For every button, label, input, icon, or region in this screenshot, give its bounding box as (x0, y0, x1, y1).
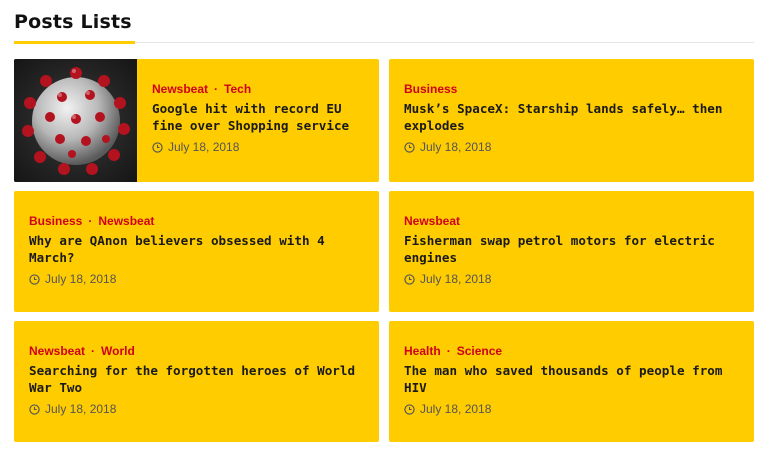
post-date-text: July 18, 2018 (420, 140, 492, 154)
post-categories: Business (404, 81, 740, 97)
clock-icon (404, 141, 415, 153)
post-thumbnail[interactable] (14, 59, 137, 182)
post-categories: Newsbeat · World (29, 343, 365, 359)
category-separator: · (214, 82, 219, 96)
category-link[interactable]: Business (404, 82, 457, 96)
post-date: July 18, 2018 (404, 139, 740, 155)
category-link[interactable]: Newsbeat (98, 214, 154, 228)
post-title-link[interactable]: Searching for the forgotten heroes of Wo… (29, 362, 365, 396)
post-card[interactable]: Health · Science The man who saved thousan… (389, 321, 754, 442)
post-title-link[interactable]: The man who saved thousands of people fr… (404, 362, 740, 396)
post-card[interactable]: Newsbeat Fisherman swap petrol motors fo… (389, 191, 754, 312)
post-date-text: July 18, 2018 (420, 272, 492, 286)
post-card[interactable]: Business Musk’s SpaceX: Starship lands s… (389, 59, 754, 182)
post-title-link[interactable]: Why are QAnon believers obsessed with 4 … (29, 232, 365, 266)
post-card[interactable]: Business · Newsbeat Why are QAnon believer… (14, 191, 379, 312)
clock-icon (29, 403, 40, 415)
clock-icon (404, 403, 415, 415)
post-card[interactable]: Newsbeat · Tech Google hit with record EU … (14, 59, 379, 182)
post-date-text: July 18, 2018 (45, 402, 117, 416)
category-link[interactable]: Newsbeat (29, 344, 85, 358)
post-date-text: July 18, 2018 (420, 402, 492, 416)
post-date: July 18, 2018 (404, 401, 740, 417)
clock-icon (29, 273, 40, 285)
section-header: Posts Lists (14, 10, 754, 44)
category-link[interactable]: Tech (224, 82, 251, 96)
post-categories: Health · Science (404, 343, 740, 359)
header-accent-bar (14, 41, 135, 44)
post-card[interactable]: Newsbeat · World Searching for the forgott… (14, 321, 379, 442)
post-categories: Newsbeat · Tech (152, 81, 365, 97)
category-separator: · (88, 214, 93, 228)
category-separator: · (91, 344, 96, 358)
category-link[interactable]: Newsbeat (152, 82, 208, 96)
post-date: July 18, 2018 (152, 139, 365, 155)
post-categories: Business · Newsbeat (29, 213, 365, 229)
category-link[interactable]: Science (457, 344, 502, 358)
category-link[interactable]: Newsbeat (404, 214, 460, 228)
post-date: July 18, 2018 (29, 271, 365, 287)
clock-icon (404, 273, 415, 285)
post-date-text: July 18, 2018 (168, 140, 240, 154)
post-categories: Newsbeat (404, 213, 740, 229)
category-separator: · (446, 344, 451, 358)
clock-icon (152, 141, 163, 153)
post-title-link[interactable]: Fisherman swap petrol motors for electri… (404, 232, 740, 266)
post-date: July 18, 2018 (29, 401, 365, 417)
post-title-link[interactable]: Google hit with record EU fine over Shop… (152, 100, 365, 134)
category-link[interactable]: Health (404, 344, 441, 358)
post-date-text: July 18, 2018 (45, 272, 117, 286)
category-link[interactable]: Business (29, 214, 82, 228)
post-date: July 18, 2018 (404, 271, 740, 287)
section-title: Posts Lists (14, 11, 132, 33)
category-link[interactable]: World (101, 344, 135, 358)
post-title-link[interactable]: Musk’s SpaceX: Starship lands safely… th… (404, 100, 740, 134)
virus-image (14, 59, 137, 182)
